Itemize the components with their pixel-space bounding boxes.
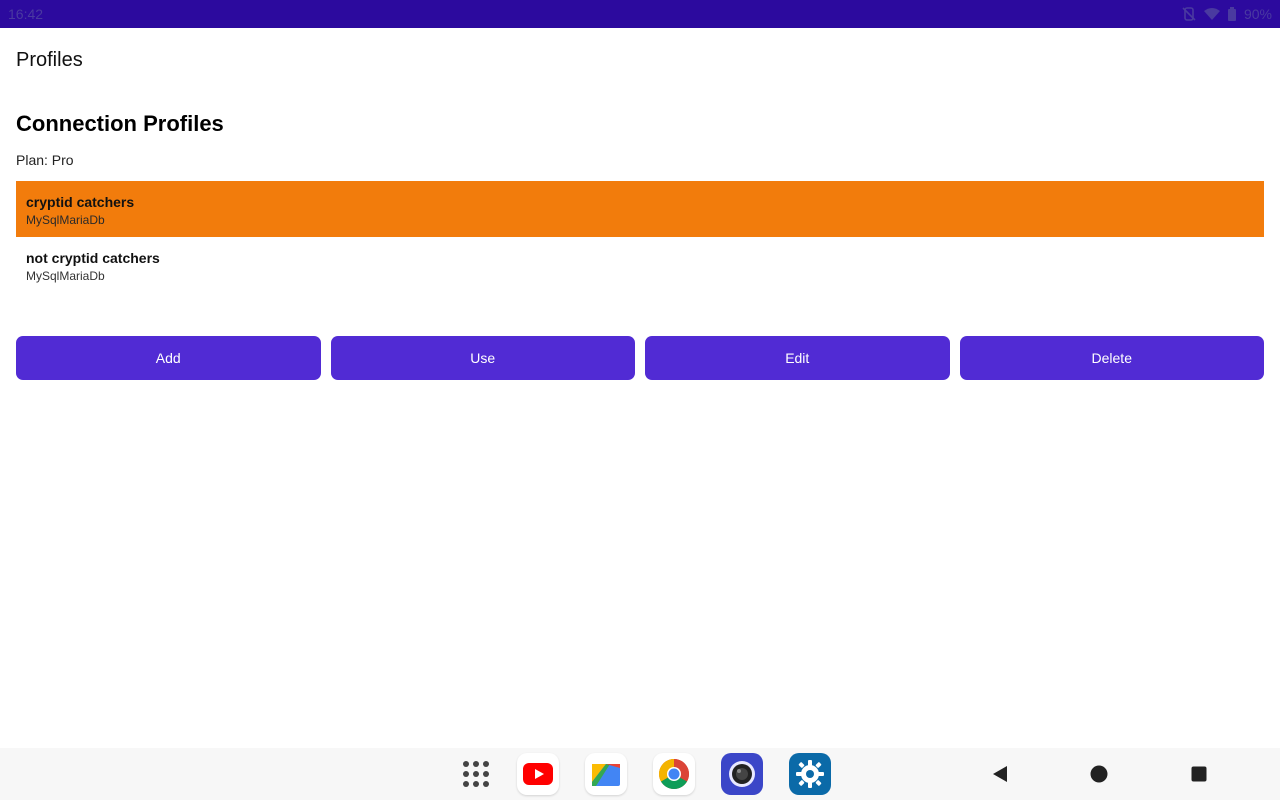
edit-button[interactable]: Edit	[645, 336, 950, 380]
profile-type: MySqlMariaDb	[26, 269, 105, 283]
navigation-bar	[0, 748, 1280, 800]
youtube-icon[interactable]	[517, 753, 559, 795]
profile-list: cryptid catchers MySqlMariaDb not crypti…	[16, 181, 1264, 293]
use-button[interactable]: Use	[330, 336, 635, 380]
camera-icon[interactable]	[721, 753, 763, 795]
add-button[interactable]: Add	[16, 336, 321, 380]
profile-name: not cryptid catchers	[26, 250, 160, 266]
profile-item-cryptid-catchers[interactable]: cryptid catchers MySqlMariaDb	[16, 181, 1264, 237]
back-icon[interactable]	[988, 762, 1012, 786]
battery-percent: 90%	[1243, 6, 1272, 22]
delete-button[interactable]: Delete	[959, 336, 1264, 380]
status-time: 16:42	[8, 6, 44, 22]
wifi-icon	[1203, 7, 1220, 21]
action-buttons: Add Use Edit Delete	[16, 336, 1264, 380]
page-title: Profiles	[16, 49, 83, 71]
status-bar: 16:42 90%	[0, 0, 1280, 28]
mute-icon	[1182, 7, 1196, 21]
settings-icon[interactable]	[789, 753, 831, 795]
profile-name: cryptid catchers	[26, 194, 135, 210]
app-drawer-icon[interactable]	[455, 753, 497, 795]
status-icons: 90%	[1182, 6, 1272, 22]
plan-label: Plan: Pro	[16, 152, 74, 168]
chrome-icon[interactable]	[653, 753, 695, 795]
files-icon[interactable]	[585, 753, 627, 795]
profile-item-not-cryptid-catchers[interactable]: not cryptid catchers MySqlMariaDb	[16, 237, 1264, 293]
battery-icon	[1227, 7, 1236, 21]
recents-icon[interactable]	[1187, 762, 1211, 786]
section-title: Connection Profiles	[16, 111, 224, 136]
home-icon[interactable]	[1087, 762, 1111, 786]
profile-type: MySqlMariaDb	[26, 213, 105, 227]
